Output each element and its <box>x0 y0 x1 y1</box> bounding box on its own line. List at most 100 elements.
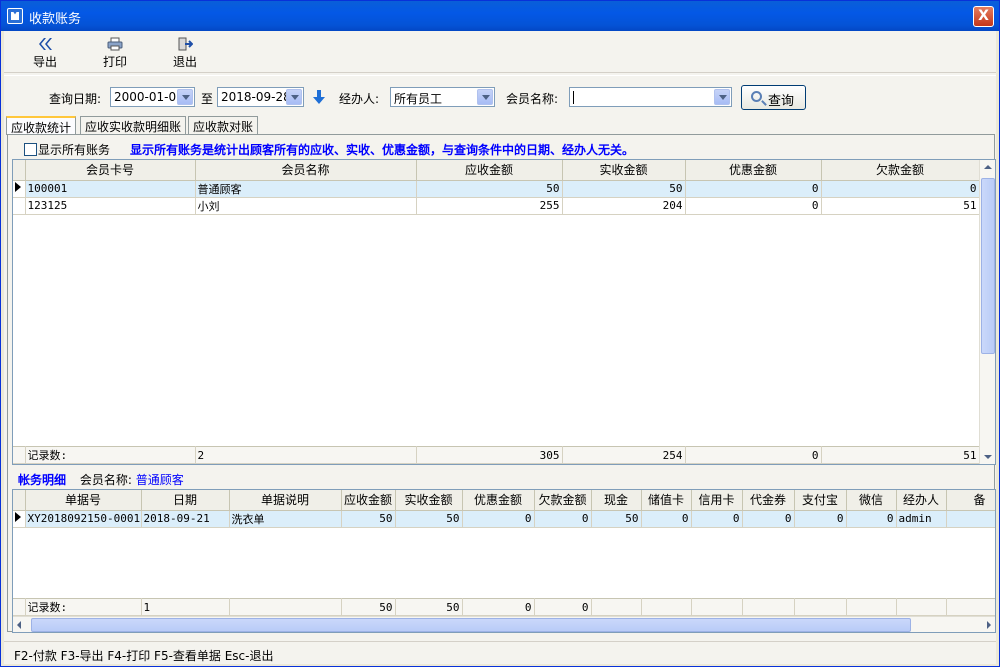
column-header[interactable]: 单据号 <box>25 490 142 511</box>
cell[interactable]: 0 <box>846 510 897 528</box>
footer-cell: 305 <box>416 446 563 464</box>
column-header[interactable]: 实收金额 <box>562 160 686 181</box>
print-button[interactable]: 打印 <box>90 37 140 71</box>
query-bar: 查询日期: 2000-01-01 至 2018-09-28 经办人: 所有员工 … <box>4 75 996 110</box>
show-all-label: 显示所有账务 <box>38 143 111 157</box>
table-row[interactable]: 123125 小刘 255 204 0 51 <box>13 197 980 215</box>
column-header[interactable]: 应收金额 <box>341 490 396 511</box>
cell[interactable]: 2018-09-21 <box>141 510 230 528</box>
detail-horizontal-scrollbar[interactable] <box>13 616 995 632</box>
cell[interactable]: 50 <box>416 180 563 198</box>
scroll-thumb[interactable] <box>31 618 911 632</box>
tab-receivable-detail[interactable]: 应收实收款明细账 <box>80 116 187 134</box>
column-header[interactable]: 会员名称 <box>195 160 417 181</box>
column-header[interactable]: 备 <box>946 490 995 511</box>
summary-footer-table: 记录数: 2 305 254 0 51 <box>13 446 980 464</box>
cell[interactable]: 洗衣单 <box>229 510 342 528</box>
search-button[interactable]: 查询 <box>741 85 806 110</box>
detail-footer-table: 记录数: 1 50 50 0 0 <box>13 598 995 616</box>
footer-cell <box>591 598 642 616</box>
handler-select[interactable]: 所有员工 <box>390 87 495 107</box>
scroll-down-icon[interactable] <box>984 455 992 459</box>
scroll-up-icon[interactable] <box>984 165 992 169</box>
detail-table: 单据号 日期 单据说明 应收金额 实收金额 优惠金额 欠款金额 现金 储值卡 信… <box>13 490 995 528</box>
column-header[interactable]: 经办人 <box>896 490 947 511</box>
cell[interactable]: 0 <box>821 180 980 198</box>
date-from-picker[interactable]: 2000-01-01 <box>110 87 195 107</box>
cell[interactable]: XY2018092150-0001 <box>25 510 142 528</box>
double-chevron-left-icon <box>39 38 52 50</box>
handler-value: 所有员工 <box>394 92 443 106</box>
date-to-picker[interactable]: 2018-09-28 <box>217 87 304 107</box>
cell[interactable]: 0 <box>691 510 743 528</box>
summary-vertical-scrollbar[interactable] <box>979 160 995 464</box>
row-indicator <box>13 598 26 616</box>
column-header[interactable]: 优惠金额 <box>462 490 535 511</box>
column-header[interactable]: 实收金额 <box>395 490 463 511</box>
scroll-right-icon[interactable] <box>987 621 991 629</box>
info-note: 显示所有账务是统计出顾客所有的应收、实收、优惠金额，与查询条件中的日期、经办人无… <box>130 143 635 157</box>
scroll-thumb[interactable] <box>981 178 995 354</box>
cell[interactable]: 0 <box>462 510 535 528</box>
column-header[interactable]: 微信 <box>846 490 897 511</box>
summary-header-row: 会员卡号 会员名称 应收金额 实收金额 优惠金额 欠款金额 <box>13 160 980 181</box>
cell[interactable]: 50 <box>395 510 463 528</box>
chevron-down-icon[interactable] <box>177 89 193 105</box>
cell[interactable]: 100001 <box>25 180 196 198</box>
cell[interactable]: 50 <box>591 510 642 528</box>
title-bar[interactable]: 收款账务 X <box>1 1 999 31</box>
cell[interactable]: 204 <box>562 197 686 215</box>
column-header[interactable]: 支付宝 <box>794 490 847 511</box>
chevron-down-icon[interactable] <box>477 89 493 105</box>
row-indicator <box>13 180 26 198</box>
table-row[interactable]: XY2018092150-0001 2018-09-21 洗衣单 50 50 0… <box>13 510 995 528</box>
table-row[interactable]: 100001 普通顾客 50 50 0 0 <box>13 180 980 198</box>
chevron-down-icon[interactable] <box>286 89 302 105</box>
show-all-checkbox[interactable]: 显示所有账务 <box>24 141 110 158</box>
column-header[interactable]: 应收金额 <box>416 160 563 181</box>
footer-cell <box>896 598 947 616</box>
export-button[interactable]: 导出 <box>20 37 70 71</box>
cell[interactable]: 普通顾客 <box>195 180 417 198</box>
member-select[interactable] <box>569 87 732 107</box>
cell[interactable]: 255 <box>416 197 563 215</box>
column-header[interactable]: 代金券 <box>742 490 795 511</box>
cell[interactable]: 0 <box>685 197 822 215</box>
detail-member-value: 普通顾客 <box>135 473 184 487</box>
cell[interactable]: 0 <box>534 510 592 528</box>
footer-cell <box>946 598 995 616</box>
column-header[interactable]: 欠款金额 <box>821 160 980 181</box>
cell[interactable] <box>946 510 995 528</box>
column-header[interactable]: 信用卡 <box>691 490 743 511</box>
detail-grid: 单据号 日期 单据说明 应收金额 实收金额 优惠金额 欠款金额 现金 储值卡 信… <box>12 489 996 633</box>
exit-label: 退出 <box>172 55 197 69</box>
cell[interactable]: 0 <box>685 180 822 198</box>
cell[interactable]: admin <box>896 510 947 528</box>
column-header[interactable]: 储值卡 <box>641 490 692 511</box>
column-header[interactable]: 单据说明 <box>229 490 342 511</box>
column-header[interactable]: 日期 <box>141 490 230 511</box>
exit-button[interactable]: 退出 <box>160 37 210 71</box>
cell[interactable]: 0 <box>641 510 692 528</box>
tab-receivable-stats[interactable]: 应收款统计 <box>6 116 77 135</box>
cell[interactable]: 123125 <box>25 197 196 215</box>
cell[interactable]: 50 <box>562 180 686 198</box>
cell[interactable]: 0 <box>742 510 795 528</box>
cell[interactable]: 小刘 <box>195 197 417 215</box>
tab-receivable-reconcile[interactable]: 应收款对账 <box>188 116 259 134</box>
cell[interactable]: 51 <box>821 197 980 215</box>
checkbox-box[interactable] <box>24 143 37 156</box>
summary-table: 会员卡号 会员名称 应收金额 实收金额 优惠金额 欠款金额 100001 普通顾… <box>13 160 980 215</box>
cell[interactable]: 50 <box>341 510 396 528</box>
detail-header: 帐务明细 会员名称: 普通顾客 <box>18 471 184 488</box>
column-header[interactable]: 会员卡号 <box>25 160 196 181</box>
cell[interactable]: 0 <box>794 510 847 528</box>
column-header[interactable]: 欠款金额 <box>534 490 592 511</box>
column-header[interactable]: 优惠金额 <box>685 160 822 181</box>
arrow-down-icon[interactable] <box>312 89 326 105</box>
scroll-left-icon[interactable] <box>17 621 21 629</box>
column-header[interactable]: 现金 <box>591 490 642 511</box>
search-label: 查询 <box>768 94 795 109</box>
chevron-down-icon[interactable] <box>714 89 730 105</box>
close-button[interactable]: X <box>973 6 994 27</box>
